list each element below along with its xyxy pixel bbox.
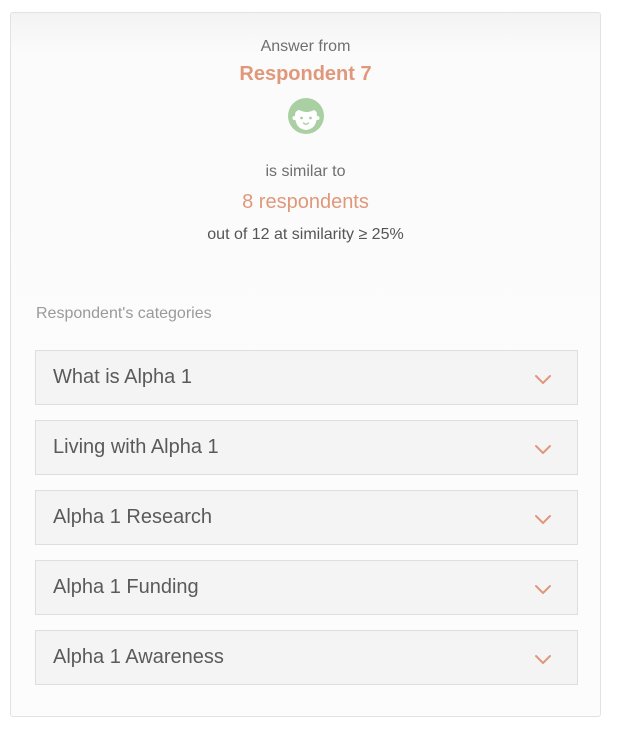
category-alpha-1-funding[interactable]: Alpha 1 Funding [35, 560, 578, 615]
respondent-name: Respondent 7 [239, 63, 372, 85]
is-similar-to-label: is similar to [265, 163, 346, 180]
category-label: Alpha 1 Research [53, 506, 212, 528]
category-label: Alpha 1 Awareness [53, 646, 224, 668]
chevron-down-icon [535, 655, 551, 664]
chevron-down-icon [535, 445, 551, 454]
category-label: Alpha 1 Funding [53, 576, 199, 598]
category-what-is-alpha-1[interactable]: What is Alpha 1 [35, 350, 578, 405]
similar-respondents-count: 8 respondents [242, 191, 369, 213]
categories-list: What is Alpha 1 Living with Alpha 1 Alph… [35, 350, 578, 700]
answer-from-label: Answer from [260, 38, 351, 55]
similarity-threshold-text: out of 12 at similarity ≥ 25% [207, 226, 404, 243]
category-alpha-1-research[interactable]: Alpha 1 Research [35, 490, 578, 545]
chevron-down-icon [535, 515, 551, 524]
category-living-with-alpha-1[interactable]: Living with Alpha 1 [35, 420, 578, 475]
category-alpha-1-awareness[interactable]: Alpha 1 Awareness [35, 630, 578, 685]
respondent-card: Answer from Respondent 7 is similar to 8… [10, 12, 601, 717]
chevron-down-icon [535, 375, 551, 384]
category-label: What is Alpha 1 [53, 366, 192, 388]
category-label: Living with Alpha 1 [53, 436, 219, 458]
boy-face-icon [287, 97, 325, 135]
chevron-down-icon [535, 585, 551, 594]
categories-title: Respondent's categories [36, 305, 212, 322]
